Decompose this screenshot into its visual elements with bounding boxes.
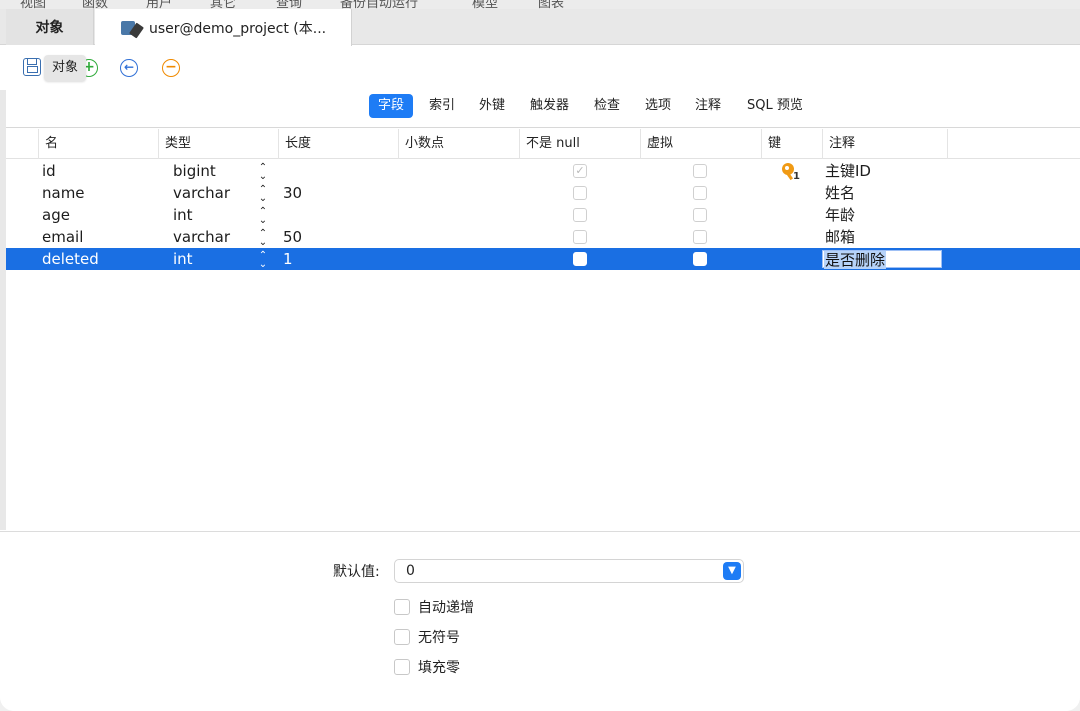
field-name-cell[interactable]: id — [42, 160, 56, 182]
field-length-cell[interactable]: 1 — [283, 248, 293, 270]
menu-function[interactable]: 函数 — [82, 0, 108, 9]
insert-field-button[interactable]: ← — [120, 59, 138, 77]
arrow-left-circle-icon: ← — [120, 59, 138, 77]
field-name-cell[interactable]: age — [42, 204, 70, 226]
menu-query[interactable]: 查询 — [276, 0, 302, 9]
zerofill-option[interactable]: 填充零 — [394, 658, 460, 676]
field-type-cell[interactable]: int — [173, 204, 193, 226]
not-null-checkbox[interactable] — [573, 230, 587, 244]
menu-view[interactable]: 视图 — [20, 0, 46, 9]
column-header-not-null[interactable]: 不是 null — [519, 129, 640, 159]
top-menu: 视图 函数 用户 其它 查询 备份 自动运行 模型 图表 — [0, 0, 1080, 9]
virtual-checkbox[interactable] — [693, 164, 707, 178]
column-header-decimals[interactable]: 小数点 — [398, 129, 519, 159]
toolbar: 对象 + ← − — [0, 46, 1080, 90]
auto-increment-option[interactable]: 自动递增 — [394, 598, 474, 616]
field-comment-cell[interactable]: 姓名 — [825, 182, 855, 204]
type-stepper-icon[interactable]: ⌃ ⌄ — [256, 248, 270, 270]
field-name-cell[interactable]: name — [42, 182, 85, 204]
fields-grid: 名 类型 长度 小数点 不是 null 虚拟 键 注释 id bigint ⌃ ⌄ ✓ 1… — [6, 129, 1080, 531]
column-header-type[interactable]: 类型 — [158, 129, 278, 159]
menu-user[interactable]: 用户 — [146, 0, 172, 9]
virtual-checkbox[interactable] — [693, 252, 707, 266]
comment-edit-field[interactable]: 是否删除 — [822, 250, 942, 269]
design-subtabs: 字段 索引 外键 触发器 检查 选项 注释 SQL 预览 — [0, 90, 1080, 128]
table-row[interactable]: id bigint ⌃ ⌄ ✓ 1 主键ID — [6, 160, 1080, 182]
column-header-virtual[interactable]: 虚拟 — [640, 129, 761, 159]
field-type-cell[interactable]: varchar — [173, 182, 230, 204]
table-design-icon — [121, 19, 144, 39]
column-header-name[interactable]: 名 — [38, 129, 158, 159]
grid-header: 名 类型 长度 小数点 不是 null 虚拟 键 注释 — [6, 129, 1080, 159]
type-stepper-icon[interactable]: ⌃ ⌄ — [256, 182, 270, 204]
menu-chart[interactable]: 图表 — [538, 0, 564, 9]
table-row[interactable]: deleted int ⌃ ⌄ 1 是否删除 — [6, 248, 1080, 270]
menu-backup[interactable]: 备份 — [340, 0, 366, 9]
not-null-checkbox[interactable] — [573, 208, 587, 222]
virtual-checkbox[interactable] — [693, 208, 707, 222]
table-row[interactable]: email varchar ⌃ ⌄ 50 邮箱 — [6, 226, 1080, 248]
field-comment-cell[interactable]: 邮箱 — [825, 226, 855, 248]
unsigned-option[interactable]: 无符号 — [394, 628, 460, 646]
default-value-combo[interactable]: 0 ▼ — [394, 559, 744, 583]
field-properties-panel: 默认值: 0 ▼ 自动递增 无符号 填充零 — [0, 531, 1080, 711]
primary-key-icon: 1 — [780, 162, 800, 182]
menu-automation[interactable]: 自动运行 — [366, 0, 418, 9]
save-icon — [23, 58, 41, 76]
subtab-foreign-keys[interactable]: 外键 — [470, 94, 514, 118]
column-header-key[interactable]: 键 — [761, 129, 822, 159]
unsigned-label: 无符号 — [418, 630, 460, 646]
auto-increment-checkbox[interactable] — [394, 599, 410, 615]
type-stepper-icon[interactable]: ⌃ ⌄ — [256, 226, 270, 248]
subtab-checks[interactable]: 检查 — [585, 94, 629, 118]
type-stepper-icon[interactable]: ⌃ ⌄ — [256, 160, 270, 182]
subtab-indexes[interactable]: 索引 — [420, 94, 464, 118]
type-stepper-icon[interactable]: ⌃ ⌄ — [256, 204, 270, 226]
field-name-cell[interactable]: email — [42, 226, 83, 248]
save-button[interactable] — [22, 57, 42, 77]
zerofill-checkbox[interactable] — [394, 659, 410, 675]
field-type-cell[interactable]: int — [173, 248, 193, 270]
comment-selected-text: 是否删除 — [824, 251, 887, 269]
minus-circle-icon: − — [162, 59, 180, 77]
subtab-triggers[interactable]: 触发器 — [521, 94, 578, 118]
app-window: 视图 函数 用户 其它 查询 备份 自动运行 模型 图表 对象 user@dem… — [0, 0, 1080, 711]
default-value-label: 默认值: — [333, 564, 380, 580]
tooltip: 对象 — [44, 55, 87, 81]
chevron-down-icon[interactable]: ▼ — [723, 562, 741, 580]
unsigned-checkbox[interactable] — [394, 629, 410, 645]
field-length-cell[interactable]: 30 — [283, 182, 302, 204]
tab-table-design-label: user@demo_project (本... — [149, 20, 327, 37]
default-value-text: 0 — [406, 563, 415, 579]
field-type-cell[interactable]: varchar — [173, 226, 230, 248]
menu-model[interactable]: 模型 — [472, 0, 498, 9]
field-length-cell[interactable]: 50 — [283, 226, 302, 248]
tab-objects-label: 对象 — [35, 20, 64, 36]
virtual-checkbox[interactable] — [693, 230, 707, 244]
tab-objects[interactable]: 对象 — [6, 9, 94, 45]
delete-field-button[interactable]: − — [162, 59, 180, 77]
virtual-checkbox[interactable] — [693, 186, 707, 200]
field-comment-cell[interactable]: 主键ID — [825, 160, 871, 182]
auto-increment-label: 自动递增 — [418, 600, 474, 616]
not-null-checkbox[interactable] — [573, 186, 587, 200]
table-row[interactable]: age int ⌃ ⌄ 年龄 — [6, 204, 1080, 226]
subtab-sql-preview[interactable]: SQL 预览 — [738, 94, 812, 118]
tab-bar: 对象 user@demo_project (本... — [0, 9, 1080, 46]
subtab-options[interactable]: 选项 — [636, 94, 680, 118]
field-type-cell[interactable]: bigint — [173, 160, 216, 182]
table-row[interactable]: name varchar ⌃ ⌄ 30 姓名 — [6, 182, 1080, 204]
subtab-comment[interactable]: 注释 — [686, 94, 730, 118]
column-header-comment[interactable]: 注释 — [822, 129, 948, 159]
field-name-cell[interactable]: deleted — [42, 248, 99, 270]
zerofill-label: 填充零 — [418, 660, 460, 676]
field-comment-cell[interactable]: 年龄 — [825, 204, 855, 226]
not-null-checkbox[interactable] — [573, 252, 587, 266]
column-header-length[interactable]: 长度 — [278, 129, 398, 159]
subtab-fields[interactable]: 字段 — [369, 94, 414, 118]
not-null-checkbox[interactable]: ✓ — [573, 164, 587, 178]
tab-table-design[interactable]: user@demo_project (本... — [95, 9, 352, 46]
menu-other[interactable]: 其它 — [210, 0, 236, 9]
